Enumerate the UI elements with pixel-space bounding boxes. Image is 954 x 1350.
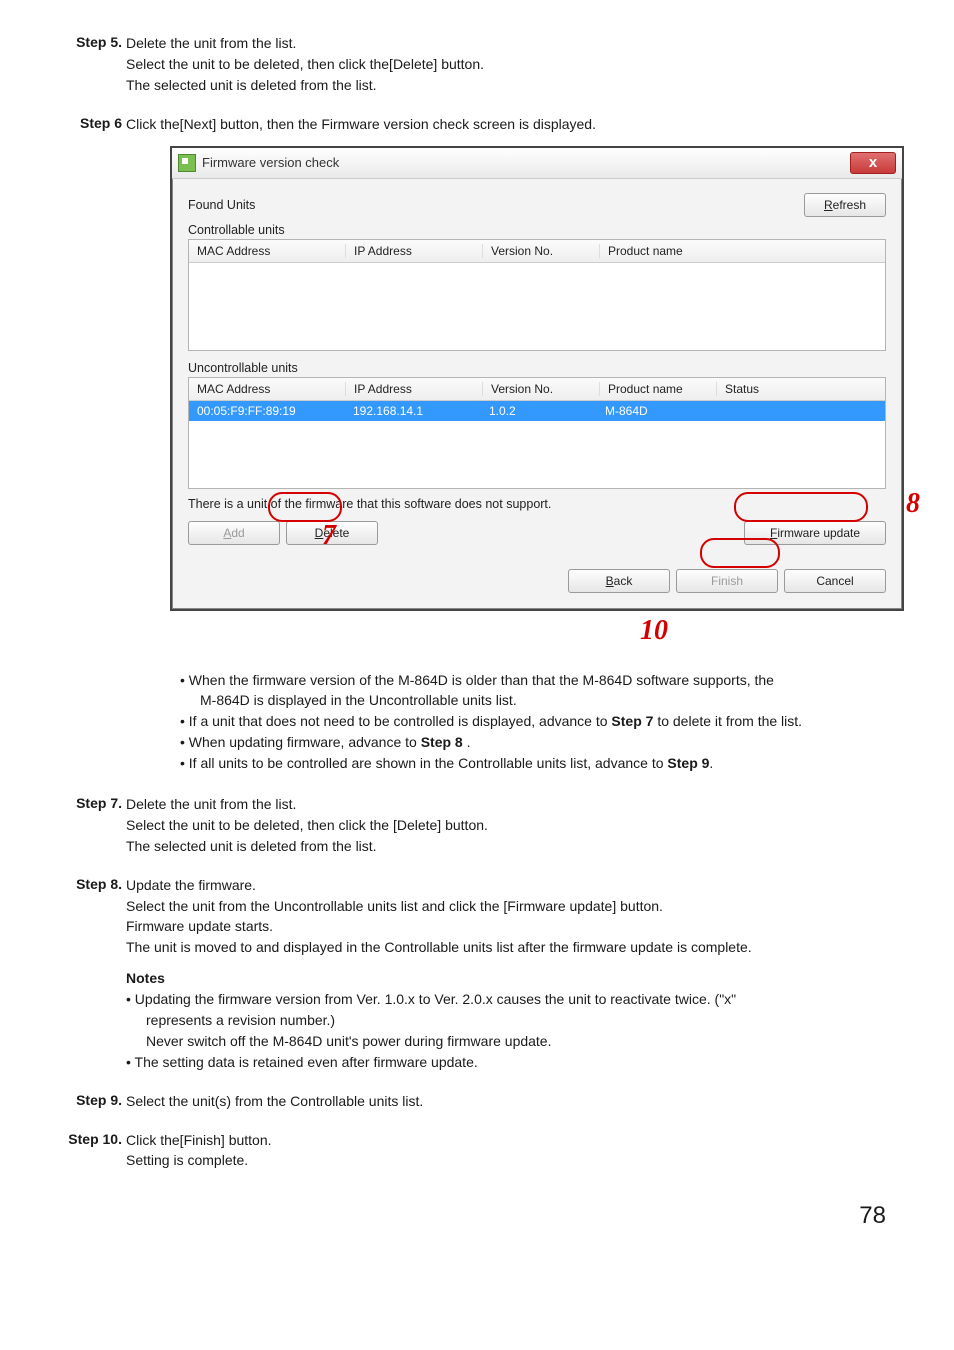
- app-icon: [178, 154, 196, 172]
- step7-line1: Delete the unit from the list.: [126, 795, 894, 814]
- bullet-2: • If a unit that does not need to be con…: [180, 712, 894, 731]
- table-row[interactable]: 00:05:F9:FF:89:19 192.168.14.1 1.0.2 M-8…: [189, 401, 885, 421]
- step9-line1: Select the unit(s) from the Controllable…: [126, 1092, 894, 1111]
- uncontrollable-units-label: Uncontrollable units: [188, 361, 886, 375]
- step8-note1b: represents a revision number.): [126, 1011, 894, 1030]
- col-ver: Version No.: [483, 244, 600, 258]
- bullet-4: • If all units to be controlled are show…: [180, 754, 894, 773]
- finish-button: Finish: [676, 569, 778, 593]
- dialog-titlebar: Firmware version check x: [172, 148, 902, 179]
- add-button: Add: [188, 521, 280, 545]
- step8-line3: Firmware update starts.: [126, 917, 894, 936]
- step-label: Step 6: [60, 115, 126, 131]
- step10-line2: Setting is complete.: [126, 1151, 894, 1170]
- support-message: There is a unit of the firmware that thi…: [188, 497, 886, 511]
- firmware-dialog: Firmware version check x Found Units Ref…: [170, 146, 904, 611]
- col-prod: Product name: [600, 382, 717, 396]
- page-number: 78: [60, 1202, 894, 1230]
- bullet-1b: M-864D is displayed in the Uncontrollabl…: [180, 691, 894, 710]
- col-ip: IP Address: [346, 382, 483, 396]
- step-label: Step 9.: [60, 1092, 126, 1108]
- list-header: MAC Address IP Address Version No. Produ…: [189, 240, 885, 263]
- refresh-button[interactable]: Refresh: [804, 193, 886, 217]
- step-label: Step 10.: [60, 1131, 126, 1147]
- col-ver: Version No.: [483, 382, 600, 396]
- step5-line2: Select the unit to be deleted, then clic…: [126, 55, 894, 74]
- cell-ip: 192.168.14.1: [345, 404, 481, 418]
- dialog-title: Firmware version check: [202, 155, 339, 170]
- step5-line1: Delete the unit from the list.: [126, 34, 894, 53]
- annotation-number-8: 8: [906, 488, 920, 520]
- step6-line1: Click the[Next] button, then the Firmwar…: [126, 115, 894, 134]
- step-label: Step 7.: [60, 795, 126, 811]
- step8-line2: Select the unit from the Uncontrollable …: [126, 897, 894, 916]
- controllable-units-label: Controllable units: [188, 223, 886, 237]
- step-label: Step 5.: [60, 34, 126, 50]
- firmware-update-button[interactable]: Firmware update: [744, 521, 886, 545]
- delete-button[interactable]: Delete: [286, 521, 378, 545]
- col-ip: IP Address: [346, 244, 483, 258]
- col-mac: MAC Address: [189, 244, 346, 258]
- cell-ver: 1.0.2: [481, 404, 597, 418]
- step8-note1c: Never switch off the M-864D unit's power…: [126, 1032, 894, 1051]
- cell-mac: 00:05:F9:FF:89:19: [189, 404, 345, 418]
- annotation-number-10: 10: [640, 615, 954, 647]
- close-icon[interactable]: x: [850, 152, 896, 174]
- found-units-label: Found Units: [188, 198, 255, 212]
- cancel-button[interactable]: Cancel: [784, 569, 886, 593]
- step10-line1: Click the[Finish] button.: [126, 1131, 894, 1150]
- col-status: Status: [717, 382, 833, 396]
- step7-line3: The selected unit is deleted from the li…: [126, 837, 894, 856]
- uncontrollable-units-list[interactable]: MAC Address IP Address Version No. Produ…: [188, 377, 886, 489]
- col-prod: Product name: [600, 244, 885, 258]
- controllable-units-list[interactable]: MAC Address IP Address Version No. Produ…: [188, 239, 886, 351]
- list-header: MAC Address IP Address Version No. Produ…: [189, 378, 885, 401]
- notes-heading: Notes: [126, 969, 894, 988]
- step8-note1a: • Updating the firmware version from Ver…: [126, 990, 894, 1009]
- step8-line4: The unit is moved to and displayed in th…: [126, 938, 894, 957]
- back-button[interactable]: Back: [568, 569, 670, 593]
- step7-line2: Select the unit to be deleted, then clic…: [126, 816, 894, 835]
- bullet-3: • When updating firmware, advance to Ste…: [180, 733, 894, 752]
- col-mac: MAC Address: [189, 382, 346, 396]
- step8-line1: Update the firmware.: [126, 876, 894, 895]
- step-label: Step 8.: [60, 876, 126, 892]
- step5-line3: The selected unit is deleted from the li…: [126, 76, 894, 95]
- cell-prod: M-864D: [597, 404, 885, 418]
- bullet-1: • When the firmware version of the M-864…: [180, 671, 894, 690]
- step8-note2: • The setting data is retained even afte…: [126, 1053, 894, 1072]
